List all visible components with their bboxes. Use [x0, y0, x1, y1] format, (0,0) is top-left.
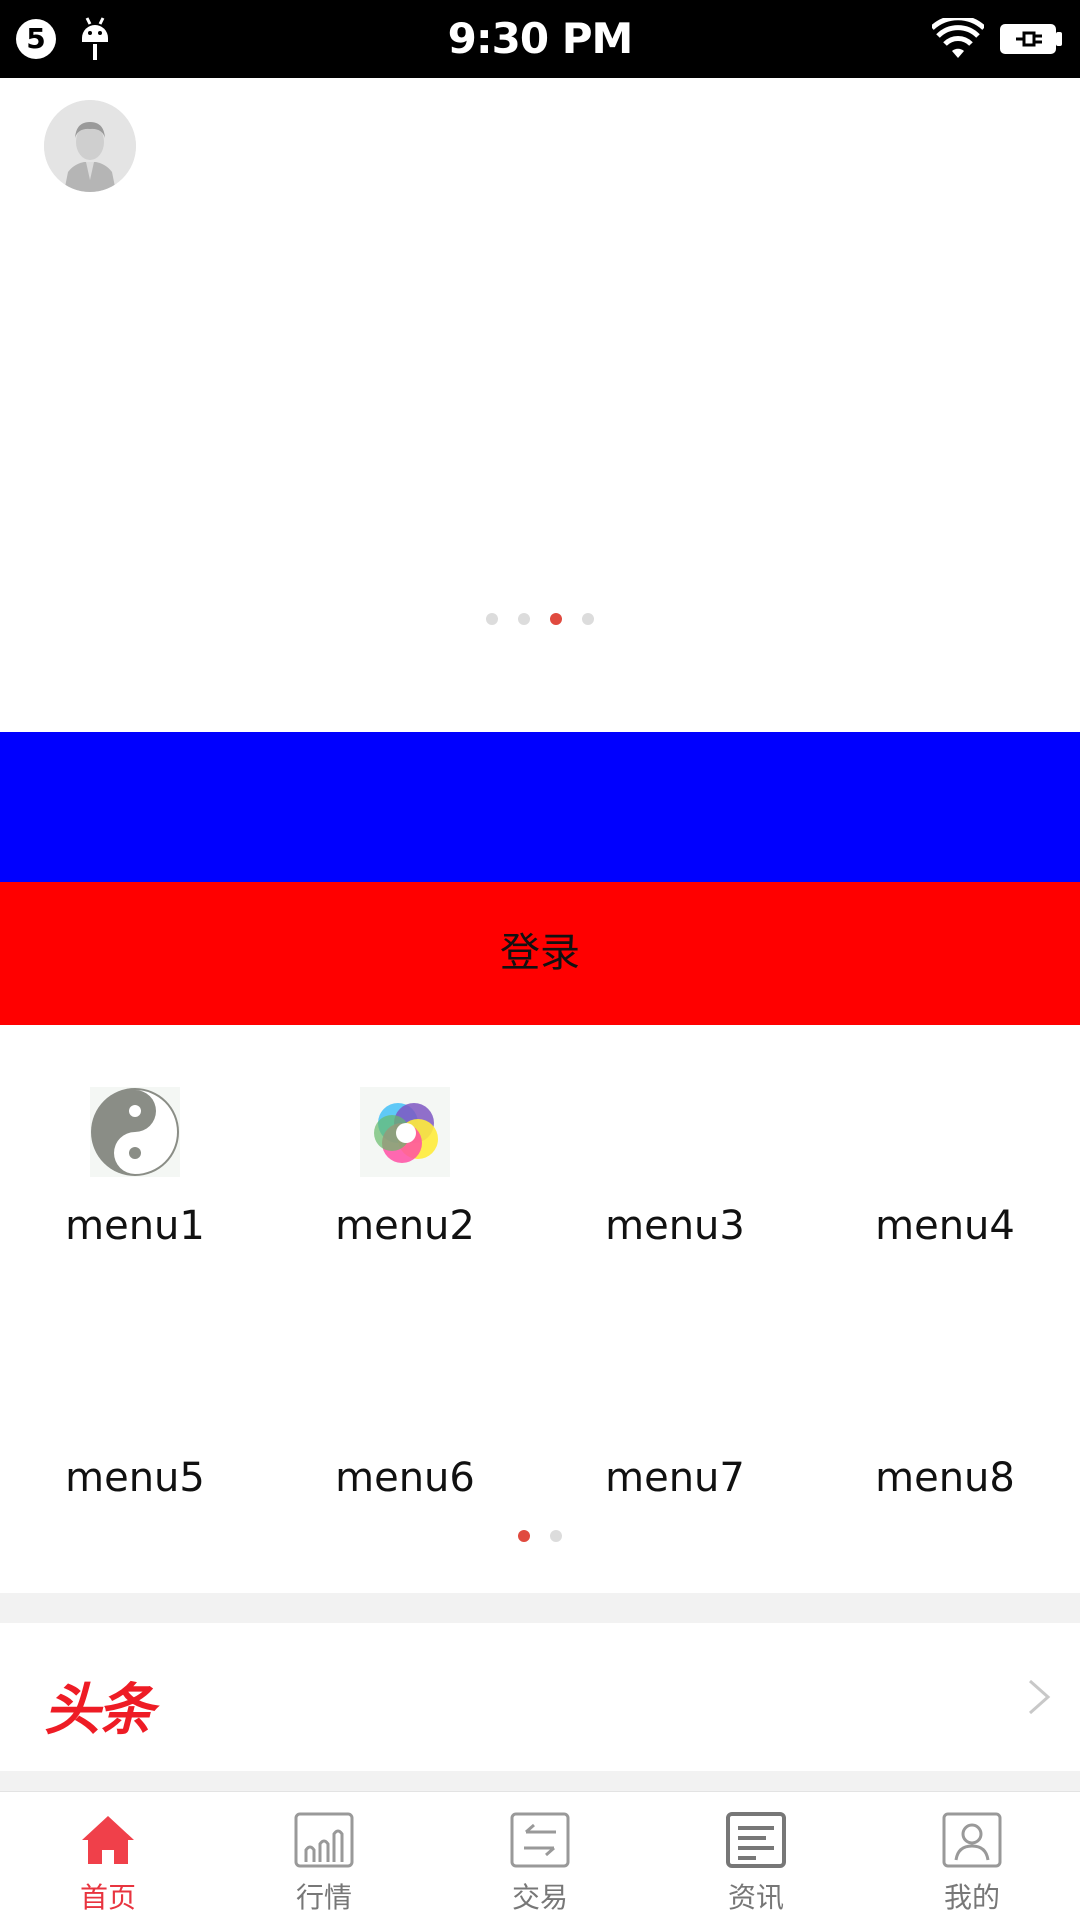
menu-label: menu2 [335, 1203, 475, 1249]
tab-profile[interactable]: 我的 [864, 1792, 1080, 1920]
chevron-right-icon [1029, 1679, 1051, 1715]
battery-charging-icon [1000, 24, 1062, 54]
menu-label: menu8 [875, 1455, 1015, 1501]
banner-carousel[interactable] [0, 78, 1080, 732]
menu-label: menu5 [65, 1455, 205, 1501]
status-bar: 5 9:30 PM [0, 0, 1080, 78]
page-dot[interactable] [582, 613, 594, 625]
home-icon [82, 1816, 134, 1864]
status-time: 9:30 PM [447, 14, 634, 63]
menu-item-8[interactable]: menu8 [810, 1277, 1080, 1501]
menu-label: menu4 [875, 1203, 1015, 1249]
blue-banner-strip [0, 732, 1080, 882]
yin-yang-icon [90, 1087, 180, 1177]
exchange-icon [510, 1812, 570, 1868]
tab-home[interactable]: 首页 [0, 1792, 216, 1920]
menu-item-3[interactable]: menu3 [540, 1025, 810, 1249]
menu-item-6[interactable]: menu6 [270, 1277, 540, 1501]
tab-market[interactable]: 行情 [216, 1792, 432, 1920]
page-dot[interactable] [486, 613, 498, 625]
menu-item-1[interactable]: menu1 [0, 1025, 270, 1249]
tab-trade[interactable]: 交易 [432, 1792, 648, 1920]
page-dot-active[interactable] [550, 613, 562, 625]
menu-item-7[interactable]: menu7 [540, 1277, 810, 1501]
login-button[interactable]: 登录 [0, 882, 1080, 1025]
page-dot[interactable] [550, 1530, 562, 1542]
menu-item-4[interactable]: menu4 [810, 1025, 1080, 1249]
menu-label: menu6 [335, 1455, 475, 1501]
tab-label: 资讯 [727, 1881, 784, 1914]
section-divider [0, 1771, 1080, 1791]
menu-label: menu7 [605, 1455, 745, 1501]
bottom-tab-bar: 首页 行情 交易 资讯 我的 [0, 1791, 1080, 1920]
profile-icon [942, 1812, 1002, 1868]
page-dot-active[interactable] [518, 1530, 530, 1542]
tab-label: 行情 [295, 1881, 352, 1914]
menu-grid: menu1 menu2 menu3 menu4 menu5 menu6 menu… [0, 1025, 1080, 1593]
menu-label: menu3 [605, 1203, 745, 1249]
menu-page-indicator [0, 1530, 1080, 1542]
news-icon [726, 1812, 786, 1868]
tab-news[interactable]: 资讯 [648, 1792, 864, 1920]
wifi-icon [932, 18, 984, 58]
headline-news-row[interactable]: 头条 [0, 1623, 1080, 1771]
chart-icon [294, 1812, 354, 1868]
menu-item-2[interactable]: menu2 [270, 1025, 540, 1249]
section-divider [0, 1593, 1080, 1623]
menu-item-5[interactable]: menu5 [0, 1277, 270, 1501]
tab-label: 首页 [79, 1881, 136, 1914]
tab-label: 我的 [943, 1881, 1000, 1914]
user-avatar-icon[interactable] [44, 100, 136, 192]
tab-label: 交易 [511, 1881, 568, 1914]
page-dot[interactable] [518, 613, 530, 625]
menu-label: menu1 [65, 1203, 205, 1249]
color-swirl-icon [360, 1087, 450, 1177]
headline-logo: 头条 [44, 1678, 154, 1743]
banner-page-indicator [0, 613, 1080, 625]
